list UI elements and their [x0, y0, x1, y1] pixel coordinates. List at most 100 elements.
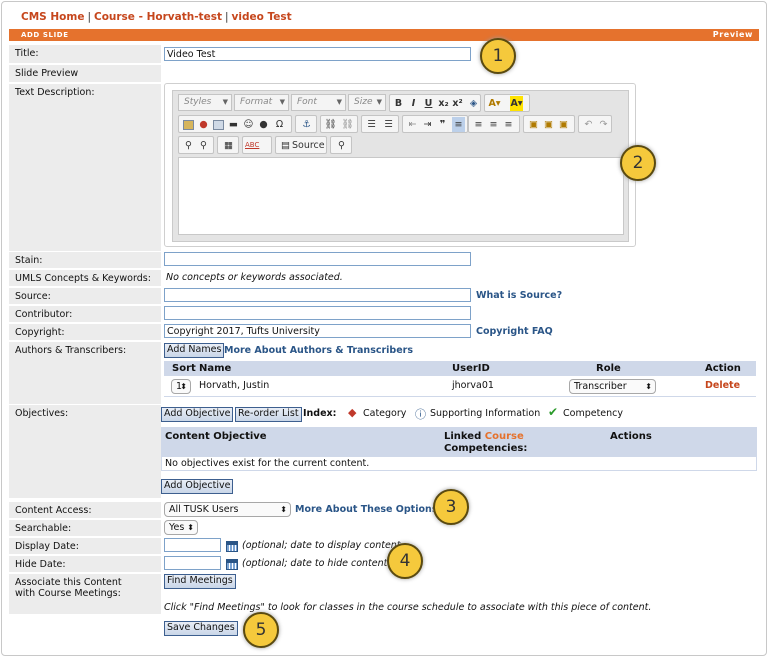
bold-button[interactable]: B [392, 96, 405, 111]
preview-group: ⚲ [330, 136, 352, 154]
hide-date-input[interactable] [164, 556, 221, 570]
reorder-list-button[interactable]: Re-order List [235, 407, 302, 422]
title-label: Title: [9, 45, 161, 63]
content-access-select[interactable]: All TUSK Users ⬍ [164, 502, 291, 517]
save-changes-button[interactable]: Save Changes [164, 621, 238, 636]
align-right-icon[interactable]: ≡ [487, 117, 500, 132]
subscript-button[interactable]: x₂ [437, 96, 450, 111]
what-is-source-link[interactable]: What is Source? [476, 290, 562, 301]
add-names-button[interactable]: Add Names [164, 343, 225, 358]
replace-icon[interactable]: ⚲ [197, 138, 210, 153]
font-label: Font [297, 97, 317, 107]
source-group: ▤ Source [275, 136, 327, 154]
breadcrumb-course-link[interactable]: Course - Horvath-test [94, 11, 222, 23]
content-access-value: All TUSK Users [169, 504, 239, 515]
toolbar-row-1: Styles ▼ Format ▼ Font ▼ Size ▼ B I U x₂ x² … [178, 94, 618, 112]
justify-icon[interactable]: ≡ [502, 117, 515, 132]
calendar-icon[interactable] [226, 541, 238, 552]
callout-5: 5 [243, 612, 279, 648]
bullet-list-icon[interactable]: ☰ [382, 117, 395, 132]
role-select[interactable]: Transcriber ⬍ [569, 379, 656, 394]
breadcrumb-page-link[interactable]: video Test [232, 11, 292, 23]
title-input[interactable]: Video Test [164, 47, 471, 61]
add-objective-bottom-button[interactable]: Add Objective [161, 479, 234, 494]
paste-word-icon[interactable]: ▣ [557, 117, 570, 132]
preview-link[interactable]: Preview [713, 30, 753, 39]
breadcrumb-separator: | [224, 11, 229, 23]
format-dropdown[interactable]: Format ▼ [234, 94, 289, 111]
display-date-input[interactable] [164, 538, 221, 552]
font-dropdown[interactable]: Font ▼ [291, 94, 346, 111]
associate-label: Associate this Content with Course Meeti… [9, 574, 161, 614]
stain-label: Stain: [9, 252, 161, 268]
stain-input[interactable] [164, 252, 471, 266]
undo-group: ↶ ↷ [578, 115, 612, 133]
index-label: Index: [303, 408, 337, 419]
course-text: Course [484, 431, 524, 442]
smiley-icon[interactable]: ☺ [242, 117, 255, 132]
supporting-text: Supporting Information [430, 408, 541, 419]
image-icon[interactable] [182, 117, 195, 132]
copyright-input[interactable]: Copyright 2017, Tufts University [164, 324, 471, 338]
table-icon[interactable] [212, 117, 225, 132]
spellcheck-button[interactable]: ABC [245, 138, 259, 153]
find-icon[interactable]: ⚲ [182, 138, 195, 153]
indent-group: ⇤ ⇥ ❞ ≡ [402, 115, 468, 133]
paste-text-icon[interactable]: ▣ [542, 117, 555, 132]
size-dropdown[interactable]: Size ▼ [348, 94, 386, 111]
linked-header: Linked Course [444, 431, 524, 442]
horizontal-line-icon[interactable]: ▬ [227, 117, 240, 132]
section-title: ADD SLIDE [21, 31, 69, 39]
calendar-icon[interactable] [226, 559, 238, 570]
about-authors-link[interactable]: More About Authors & Transcribers [224, 345, 413, 356]
actions-header: Actions [610, 431, 652, 442]
source-input[interactable] [164, 288, 471, 302]
background-color-icon[interactable]: A▾ [510, 96, 523, 111]
source-button[interactable]: Source [292, 138, 325, 153]
redo-icon[interactable]: ↷ [597, 117, 610, 132]
align-left-icon[interactable]: ≡ [452, 117, 465, 132]
breadcrumb-home-link[interactable]: CMS Home [21, 11, 84, 23]
anchor-icon[interactable]: ⚓ [300, 117, 313, 132]
content-access-label: Content Access: [9, 502, 161, 518]
indent-icon[interactable]: ⇥ [421, 117, 434, 132]
add-objective-button[interactable]: Add Objective [161, 407, 234, 422]
display-date-note: (optional; date to display content [242, 540, 401, 551]
numbered-list-icon[interactable]: ☰ [365, 117, 378, 132]
preview-icon[interactable]: ⚲ [335, 138, 348, 153]
text-color-icon[interactable]: A▾ [488, 96, 501, 111]
delete-link[interactable]: Delete [705, 380, 740, 391]
linked-text: Linked [444, 431, 482, 442]
styles-dropdown[interactable]: Styles ▼ [178, 94, 232, 111]
blockquote-icon[interactable]: ❞ [436, 117, 449, 132]
underline-button[interactable]: U [422, 96, 435, 111]
editor-content-area[interactable] [178, 157, 624, 235]
undo-icon[interactable]: ↶ [582, 117, 595, 132]
paste-icon[interactable]: ▣ [527, 117, 540, 132]
hide-date-label: Hide Date: [9, 556, 161, 572]
slide-preview-label: Slide Preview [9, 65, 161, 82]
outdent-icon[interactable]: ⇤ [406, 117, 419, 132]
searchable-select[interactable]: Yes ⬍ [164, 520, 198, 535]
select-all-icon[interactable]: ▦ [222, 138, 235, 153]
flash-icon[interactable]: ● [197, 117, 210, 132]
copyright-faq-link[interactable]: Copyright FAQ [476, 326, 553, 337]
callout-2: 2 [620, 145, 656, 181]
omega-icon[interactable]: Ω [273, 117, 286, 132]
italic-button[interactable]: I [407, 96, 420, 111]
toolbar-row-3: ⚲ ⚲ ▦ ABC ▤ Source ⚲ [178, 136, 618, 154]
find-meetings-button[interactable]: Find Meetings [164, 574, 236, 589]
callout-3: 3 [433, 489, 469, 525]
special-char-icon[interactable]: ● [257, 117, 270, 132]
superscript-button[interactable]: x² [451, 96, 464, 111]
objectives-empty-row: No objectives exist for the current cont… [161, 457, 757, 471]
link-icon[interactable]: ⛓ [324, 117, 337, 132]
about-options-link[interactable]: More About These Options [295, 504, 437, 515]
unlink-icon[interactable]: ⛓ [341, 117, 354, 132]
format-label: Format [240, 97, 273, 107]
align-center-icon[interactable]: ≡ [472, 117, 485, 132]
remove-format-icon[interactable]: ◈ [467, 96, 480, 111]
sort-select[interactable]: 1 ⬍ [171, 379, 191, 394]
contributor-input[interactable] [164, 306, 471, 320]
find-meetings-note: Click "Find Meetings" to look for classe… [164, 602, 652, 613]
